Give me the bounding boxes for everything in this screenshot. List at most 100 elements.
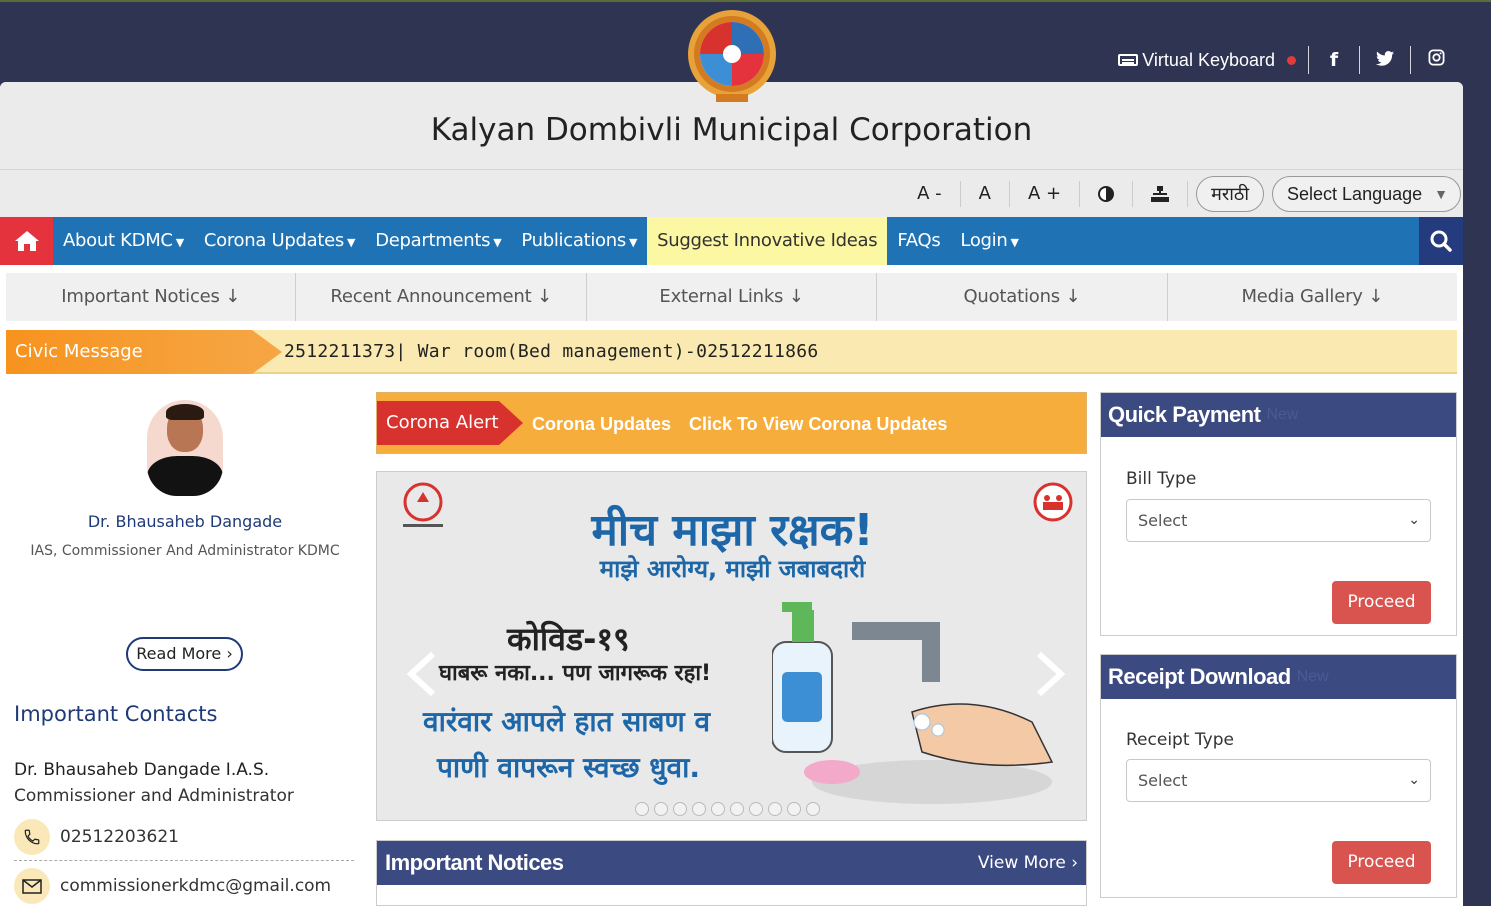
nav-label: Departments: [375, 230, 491, 251]
tab-media-gallery[interactable]: Media Gallery ↓: [1168, 273, 1457, 321]
important-notices-header: Important Notices View More ›: [377, 841, 1086, 885]
view-corona-updates-link[interactable]: Click To View Corona Updates: [689, 414, 947, 435]
contrast-button[interactable]: [1080, 180, 1134, 207]
receipt-type-select[interactable]: Select ⌄: [1126, 759, 1431, 802]
contrast-icon: [1098, 185, 1115, 202]
quick-payment-card: Quick Payment New Bill Type Select ⌄ Pro…: [1100, 392, 1457, 636]
corona-alert-bar: Corona Alert Corona Updates Click To Vie…: [376, 392, 1087, 454]
receipt-proceed-button[interactable]: Proceed: [1332, 841, 1431, 884]
carousel-prev-icon[interactable]: [407, 652, 437, 696]
nav-item-about[interactable]: About KDMC ▼: [53, 217, 194, 265]
commissioner-name: Dr. Bhausaheb Dangade: [87, 512, 283, 531]
nav-item-login[interactable]: Login ▼: [950, 217, 1028, 265]
font-decrease-button[interactable]: A -: [899, 180, 961, 207]
contact-name: Dr. Bhausaheb Dangade I.A.S.: [14, 760, 270, 780]
nav-label: Publications: [521, 230, 626, 251]
caret-down-icon: ▼: [347, 236, 356, 249]
divider: [1308, 46, 1309, 74]
carousel-dots[interactable]: [635, 802, 820, 816]
nav-item-corona[interactable]: Corona Updates ▼: [194, 217, 365, 265]
caret-down-icon: ▼: [628, 236, 638, 249]
twitter-icon[interactable]: [1360, 49, 1410, 71]
tab-external-links[interactable]: External Links ↓: [587, 273, 878, 321]
banner-line-1: कोविड-१९: [507, 620, 630, 658]
search-button[interactable]: [1419, 217, 1463, 265]
virtual-keyboard-link[interactable]: Virtual Keyboard: [1118, 50, 1308, 71]
phone-icon: [14, 819, 50, 855]
divider: [14, 860, 354, 861]
divider: [1410, 46, 1411, 74]
corona-alert-label: Corona Alert: [377, 401, 523, 445]
bill-type-value: Select: [1138, 511, 1188, 530]
status-dot-icon: [1287, 55, 1296, 65]
tab-recent-announcement[interactable]: Recent Announcement ↓: [296, 273, 587, 321]
language-select-label: Select Language: [1287, 183, 1423, 204]
marathi-button[interactable]: मराठी: [1196, 175, 1265, 212]
view-more-link[interactable]: View More ›: [978, 853, 1078, 873]
nav-item-departments[interactable]: Departments ▼: [365, 217, 511, 265]
commissioner-photo: [147, 400, 223, 496]
contact-role: Commissioner and Administrator: [14, 786, 294, 806]
search-icon: [1430, 230, 1452, 252]
nav-item-publications[interactable]: Publications ▼: [511, 217, 647, 265]
language-select[interactable]: Select Language ▼: [1272, 175, 1461, 212]
font-increase-button[interactable]: A +: [1010, 180, 1081, 207]
chevron-down-icon: ▼: [1434, 185, 1448, 202]
nav-label: Login: [960, 230, 1008, 251]
mail-icon: [14, 868, 50, 904]
main-nav: About KDMC ▼ Corona Updates ▼ Departments ▼…: [0, 217, 1463, 265]
commissioner-role: IAS, Commissioner And Administrator KDMC: [30, 543, 340, 559]
new-badge: New: [1266, 406, 1299, 423]
tab-quotations[interactable]: Quotations ↓: [877, 273, 1168, 321]
commissioner-profile: Dr. Bhausaheb Dangade IAS, Commissioner …: [0, 400, 370, 559]
banner-subtitle: माझे आरोग्य, माझी जबाबदारी: [599, 555, 866, 583]
contact-phone-number: 02512203621: [60, 827, 179, 847]
receipt-download-header: Receipt Download New: [1101, 655, 1456, 699]
tab-important-notices[interactable]: Important Notices ↓: [6, 273, 297, 321]
banner-line-4: पाणी वापरून स्वच्छ धुवा.: [437, 751, 700, 784]
banner-title: मीच माझा रक्षक!: [591, 505, 874, 556]
nav-label: Corona Updates: [203, 230, 345, 251]
instagram-icon[interactable]: [1411, 49, 1461, 71]
receipt-download-title: Receipt Download: [1108, 664, 1291, 689]
accessibility-toolbar: A - A A + मराठी Select Language ▼: [0, 170, 1463, 217]
corona-updates-link[interactable]: Corona Updates: [532, 414, 671, 435]
receipt-download-card: Receipt Download New Receipt Type Select…: [1100, 654, 1457, 898]
nav-label: About KDMC: [63, 230, 173, 251]
nav-item-suggest[interactable]: Suggest Innovative Ideas: [647, 217, 888, 265]
read-more-label: Read More: [136, 644, 222, 663]
font-normal-button[interactable]: A: [961, 180, 1010, 207]
civic-message-ticker: Civic Message 2512211373| War room(Bed m…: [6, 330, 1457, 374]
civic-message-label: Civic Message: [6, 330, 282, 374]
home-button[interactable]: [0, 217, 53, 265]
caret-down-icon: ▼: [493, 236, 502, 249]
divider: [1359, 46, 1360, 74]
read-more-button[interactable]: Read More ›: [126, 637, 243, 671]
bill-type-label: Bill Type: [1126, 469, 1197, 489]
quick-tabs: Important Notices ↓ Recent Announcement …: [6, 273, 1457, 321]
keyboard-icon: [1118, 54, 1139, 66]
important-contacts-heading: Important Contacts: [14, 702, 218, 726]
kdmc-logo[interactable]: [686, 8, 778, 104]
banner-carousel[interactable]: मीच माझा रक्षक! माझे आरोग्य, माझी जबाबदा…: [376, 471, 1087, 821]
civic-message-text[interactable]: 2512211373| War room(Bed management)-025…: [284, 330, 819, 374]
banner-line-2: घाबरू नका... पण जागरूक रहा!: [439, 661, 712, 686]
main-panel: Kalyan Dombivli Municipal Corporation A …: [0, 82, 1463, 906]
new-badge: New: [1296, 668, 1329, 685]
sitemap-button[interactable]: [1133, 180, 1189, 207]
nav-item-faqs[interactable]: FAQs: [887, 217, 950, 265]
chevron-down-icon: ⌄: [1408, 772, 1420, 788]
caret-down-icon: ▼: [175, 236, 184, 249]
quick-payment-proceed-button[interactable]: Proceed: [1332, 581, 1431, 624]
facebook-icon[interactable]: f: [1309, 49, 1359, 71]
top-links: Virtual Keyboard f: [1118, 46, 1461, 74]
bill-type-select[interactable]: Select ⌄: [1126, 499, 1431, 542]
banner-line-3: वारंवार आपले हात साबण व: [423, 705, 711, 738]
contact-phone[interactable]: 02512203621: [14, 819, 179, 855]
contact-email[interactable]: commissionerkdmc@gmail.com: [14, 868, 331, 904]
caret-down-icon: ▼: [1010, 236, 1019, 249]
important-notices-panel: Important Notices View More ›: [376, 840, 1087, 906]
carousel-next-icon[interactable]: [1035, 652, 1065, 696]
quick-payment-title: Quick Payment: [1108, 402, 1261, 427]
contact-email-address: commissionerkdmc@gmail.com: [60, 876, 332, 896]
